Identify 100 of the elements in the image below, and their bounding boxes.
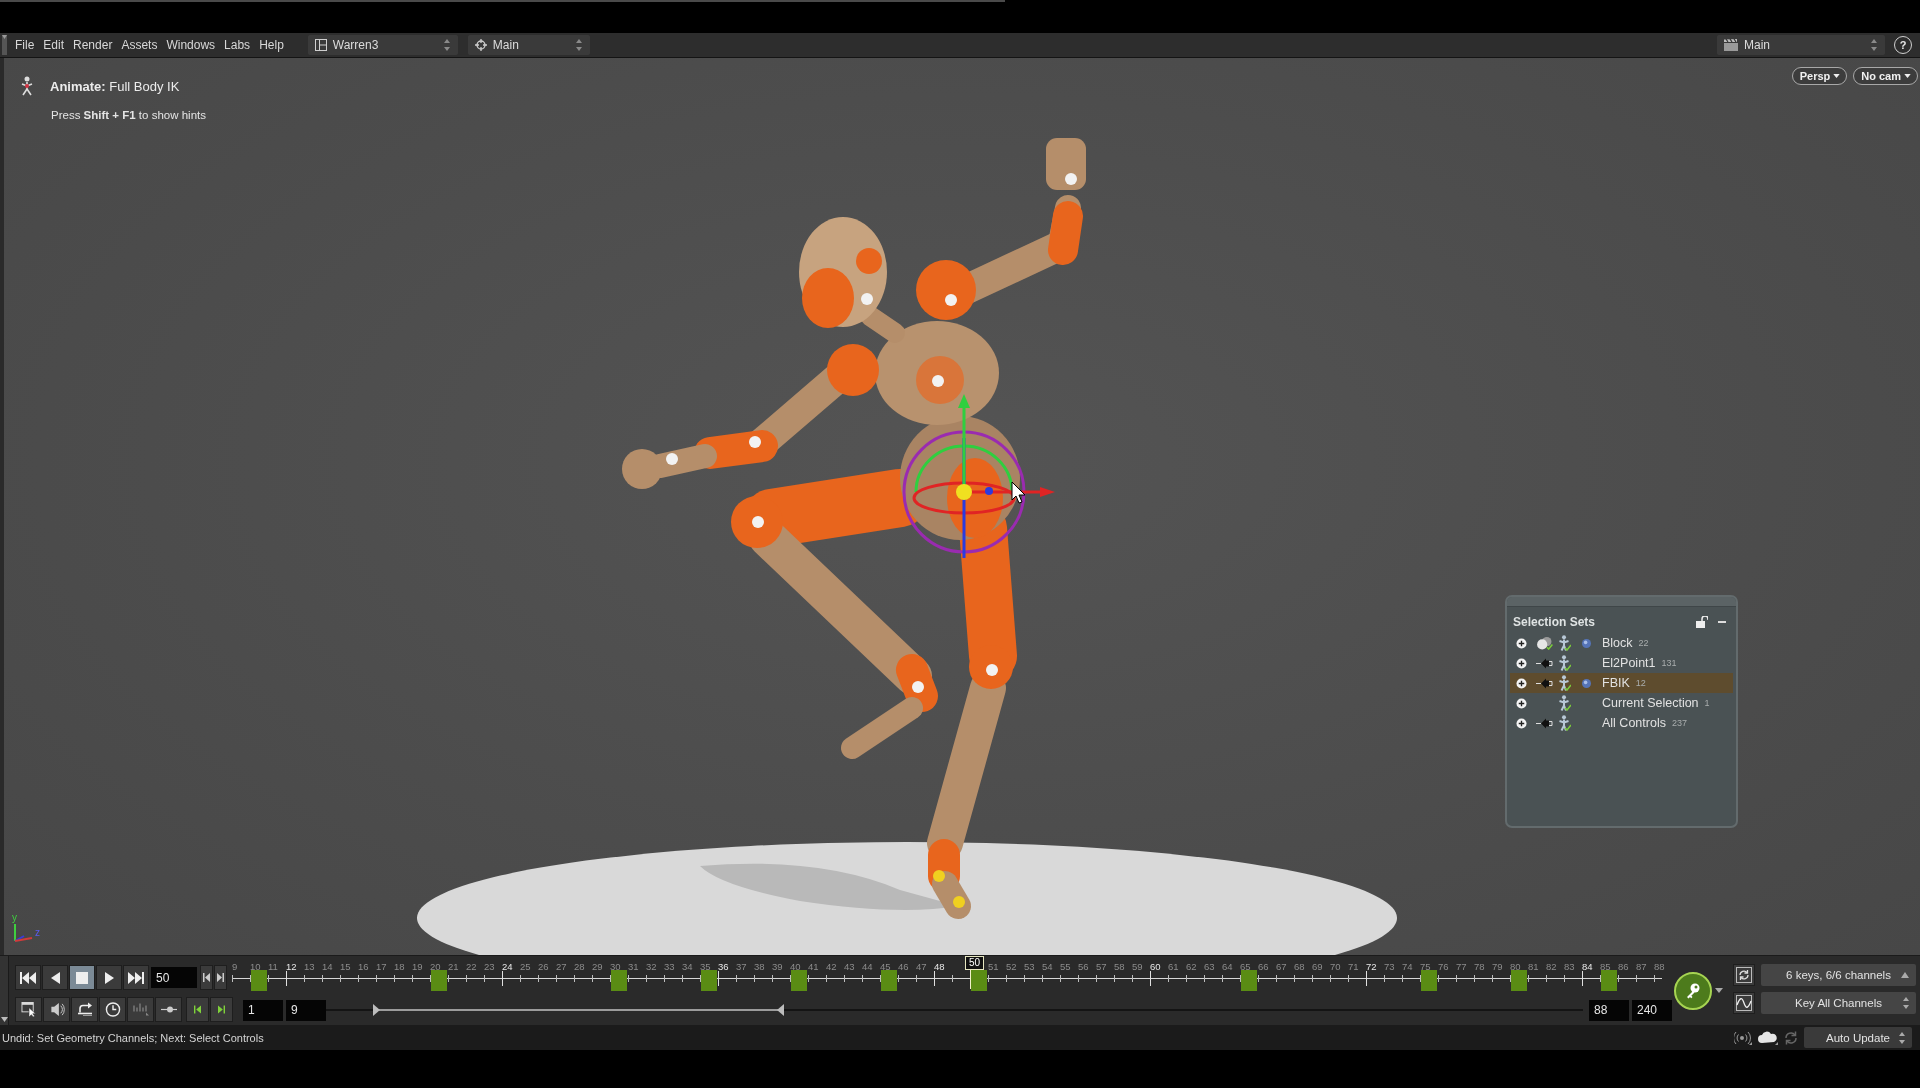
- skip-to-start-icon: [20, 971, 36, 984]
- step-back-button[interactable]: [200, 965, 213, 990]
- figure-check-icon[interactable]: [1558, 655, 1571, 671]
- set-row[interactable]: All Controls 237: [1510, 713, 1733, 733]
- context-dropdown[interactable]: Main: [467, 35, 590, 55]
- spheres-icon[interactable]: [1536, 636, 1553, 650]
- view-menu-button[interactable]: Persp: [1791, 67, 1848, 85]
- frame-label: 35: [700, 961, 711, 972]
- hint-text: Press Shift + F1 to show hints: [51, 109, 206, 121]
- refresh-icon[interactable]: [1784, 1030, 1798, 1045]
- menu-item[interactable]: Help: [259, 38, 284, 52]
- frame-label: 61: [1168, 961, 1179, 972]
- skip-to-end-icon: [128, 971, 144, 984]
- frame-label: 47: [916, 961, 927, 972]
- expand-icon[interactable]: [1516, 697, 1527, 709]
- keys-summary-dropdown[interactable]: 6 keys, 6/6 channels: [1761, 964, 1916, 986]
- cloud-icon[interactable]: [1758, 1030, 1778, 1045]
- expand-icon[interactable]: [1516, 677, 1527, 689]
- set-count: 1: [1704, 698, 1710, 708]
- figure-check-icon[interactable]: [1558, 635, 1571, 651]
- frame-label: 12: [286, 961, 297, 972]
- set-row[interactable]: El2Point1 131: [1510, 653, 1733, 673]
- transform-handle-icon[interactable]: [902, 394, 1055, 558]
- range-end-field[interactable]: 240: [1632, 999, 1672, 1021]
- range-start-field[interactable]: 1: [243, 999, 283, 1021]
- key-step-button[interactable]: [155, 997, 182, 1022]
- update-mode-dropdown[interactable]: Auto Update: [1804, 1027, 1912, 1048]
- visible-start-field[interactable]: 9: [286, 999, 326, 1021]
- collapse-strip[interactable]: [0, 956, 9, 1025]
- play-reverse-button[interactable]: [42, 965, 68, 990]
- set-key-button[interactable]: [1674, 971, 1712, 1010]
- cursor-icon: [1011, 481, 1026, 504]
- frame-label: 39: [772, 961, 783, 972]
- menu-item[interactable]: Labs: [224, 38, 251, 52]
- menu-item[interactable]: Assets: [121, 38, 158, 52]
- pin-icon[interactable]: [1536, 676, 1553, 690]
- unlocked-lock-icon[interactable]: [1696, 616, 1708, 628]
- ruler-ticks-icon: [132, 1002, 149, 1017]
- updown-icon: [1871, 39, 1877, 51]
- caret-icon[interactable]: [0, 1017, 8, 1022]
- frame-label: 58: [1114, 961, 1125, 972]
- stop-button[interactable]: [69, 965, 95, 990]
- frame-label: 15: [340, 961, 351, 972]
- view-menu-button[interactable]: No cam: [1853, 67, 1918, 85]
- curve-icon: [1736, 995, 1752, 1011]
- loop-icon: [76, 1002, 93, 1017]
- realtime-button[interactable]: [99, 997, 126, 1022]
- frame-label: 52: [1006, 961, 1017, 972]
- visible-end-field[interactable]: 88: [1589, 999, 1629, 1021]
- range-handle[interactable]: [776, 1004, 784, 1016]
- figure-check-icon[interactable]: [1558, 715, 1571, 731]
- frame-label: 54: [1042, 961, 1053, 972]
- menu-item[interactable]: Windows: [166, 38, 216, 52]
- audio-button[interactable]: [43, 997, 70, 1022]
- previous-key-button[interactable]: [186, 997, 209, 1022]
- range-handle[interactable]: [372, 1004, 380, 1016]
- graph-button[interactable]: [1733, 992, 1755, 1014]
- current-frame-handle[interactable]: 50: [965, 956, 985, 970]
- frame-label: 53: [1024, 961, 1035, 972]
- frame-field[interactable]: 50: [151, 967, 197, 988]
- key-mode-dropdown[interactable]: Key All Channels: [1761, 992, 1916, 1014]
- set-row[interactable]: FBIK 12: [1510, 673, 1733, 693]
- skip-to-start-button[interactable]: [15, 965, 41, 990]
- set-count: 131: [1661, 658, 1677, 668]
- pin-icon[interactable]: [1536, 656, 1553, 670]
- take-dropdown[interactable]: Main: [1717, 35, 1885, 55]
- step-forward-button[interactable]: [214, 965, 227, 990]
- set-row[interactable]: Current Selection 1: [1510, 693, 1733, 713]
- set-row[interactable]: Block 22: [1510, 633, 1733, 653]
- play-button[interactable]: [96, 965, 122, 990]
- frame-label: 27: [556, 961, 567, 972]
- figure-check-icon[interactable]: [1558, 695, 1571, 711]
- speaker-icon: [48, 1002, 65, 1017]
- next-key-button[interactable]: [210, 997, 233, 1022]
- updown-icon: [1899, 1032, 1905, 1044]
- frame-label: 10: [250, 961, 261, 972]
- desktop-dropdown[interactable]: Warren3: [307, 35, 458, 55]
- broadcast-icon[interactable]: [1734, 1030, 1752, 1045]
- skip-to-end-button[interactable]: [123, 965, 149, 990]
- frame-label: 20: [430, 961, 441, 972]
- status-message: Undid: Set Geometry Channels; Next: Select Controls: [2, 1031, 264, 1044]
- expand-icon[interactable]: [1516, 637, 1527, 649]
- mannequin-drawing[interactable]: [622, 138, 1086, 919]
- expand-icon[interactable]: [1516, 657, 1527, 669]
- play-reverse-icon: [50, 971, 60, 984]
- clock-icon: [104, 1002, 121, 1017]
- caret-icon[interactable]: [1715, 988, 1723, 993]
- loop-button[interactable]: [71, 997, 98, 1022]
- menu-item[interactable]: Render: [73, 38, 113, 52]
- frame-label: 55: [1060, 961, 1071, 972]
- frame-label: 80: [1510, 961, 1521, 972]
- frame-label: 43: [844, 961, 855, 972]
- select-tool-button[interactable]: [15, 997, 42, 1022]
- menu-item[interactable]: File: [15, 38, 35, 52]
- figure-check-icon[interactable]: [1558, 675, 1571, 691]
- menu-item[interactable]: Edit: [43, 38, 65, 52]
- channel-list-button[interactable]: [1733, 964, 1755, 986]
- pin-icon[interactable]: [1536, 716, 1553, 730]
- grip-icon[interactable]: [2, 35, 7, 55]
- expand-icon[interactable]: [1516, 717, 1527, 729]
